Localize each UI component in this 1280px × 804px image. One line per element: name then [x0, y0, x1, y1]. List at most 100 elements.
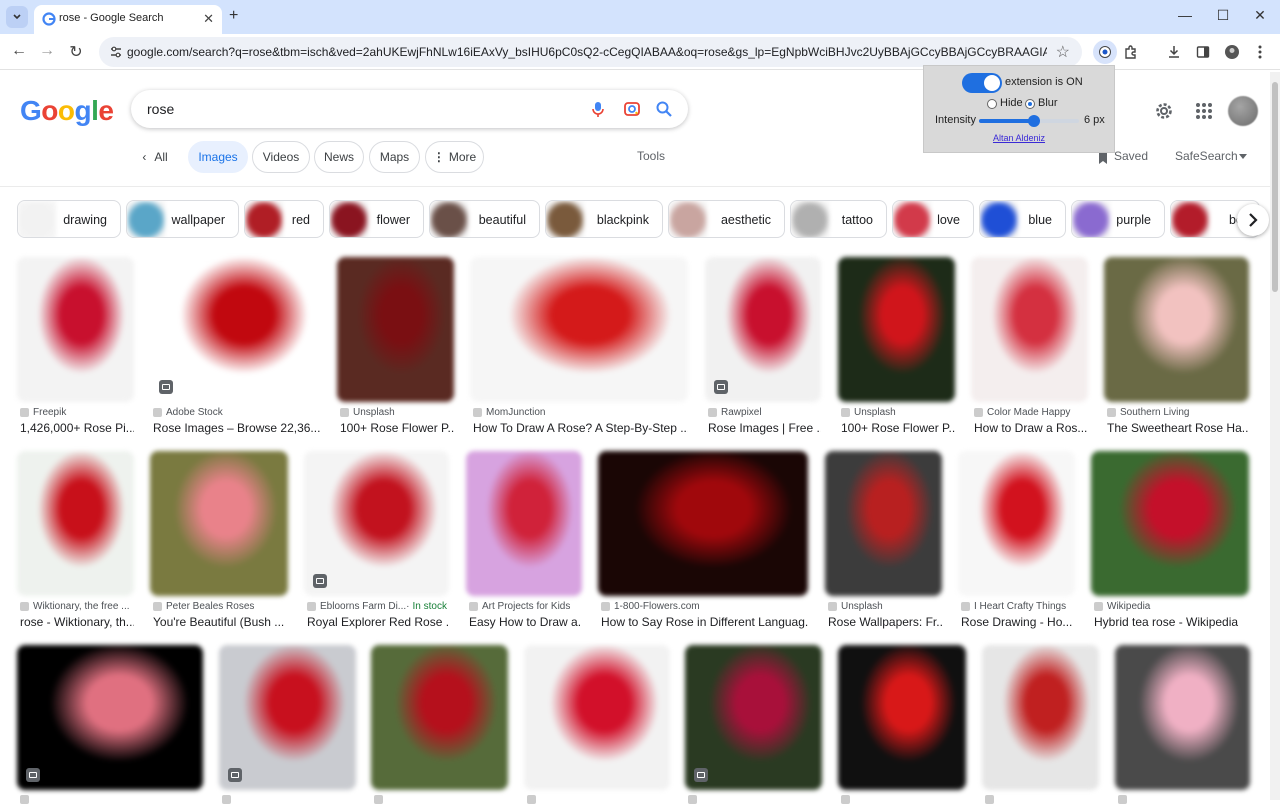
result-thumbnail[interactable] — [371, 645, 508, 790]
result-source[interactable]: 1-800-Flowers.com — [601, 601, 808, 612]
related-chip[interactable]: purple — [1071, 200, 1165, 238]
filter-maps[interactable]: Maps — [369, 141, 420, 173]
result-source[interactable]: I Heart Crafty Things — [961, 601, 1075, 612]
safesearch-link[interactable]: SafeSearch — [1175, 149, 1238, 163]
filter-more[interactable]: ⋮ More — [425, 141, 484, 173]
apps-grid-icon[interactable] — [1193, 100, 1215, 122]
site-info-icon[interactable] — [108, 44, 124, 60]
settings-gear-icon[interactable] — [1153, 100, 1175, 122]
result-thumbnail[interactable] — [958, 451, 1075, 596]
maximize-icon[interactable]: ☐ — [1213, 7, 1233, 24]
microphone-icon[interactable] — [589, 100, 607, 118]
lens-camera-icon[interactable] — [623, 100, 641, 118]
side-panel-icon[interactable] — [1194, 43, 1212, 61]
result-thumbnail[interactable] — [466, 451, 582, 596]
result-source[interactable]: Unsplash — [340, 407, 454, 418]
extension-toggle[interactable] — [962, 73, 1002, 93]
result-title[interactable]: Rose Images – Browse 22,36... — [153, 421, 321, 435]
result-thumbnail[interactable] — [17, 645, 203, 790]
result-source[interactable]: Wiktionary, the free ... — [20, 601, 134, 612]
forward-icon[interactable]: → — [37, 42, 57, 60]
filter-images[interactable]: Images — [188, 141, 248, 173]
result-title[interactable]: 1,426,000+ Rose Pi... — [20, 421, 134, 435]
profile-avatar[interactable] — [1223, 43, 1241, 61]
result-thumbnail[interactable] — [524, 645, 670, 790]
minimize-icon[interactable]: — — [1175, 7, 1195, 23]
filter-news[interactable]: News — [314, 141, 364, 173]
bookmark-star-icon[interactable]: ☆ — [1056, 42, 1070, 62]
result-thumbnail[interactable] — [1115, 645, 1250, 790]
google-logo[interactable]: Google — [20, 95, 114, 127]
menu-kebab-icon[interactable] — [1251, 43, 1269, 61]
related-chip[interactable]: blue — [979, 200, 1066, 238]
result-title[interactable]: rose - Wiktionary, th... — [20, 615, 134, 629]
result-thumbnail[interactable] — [825, 451, 942, 596]
result-thumbnail[interactable] — [470, 257, 688, 402]
reload-icon[interactable]: ↻ — [66, 42, 86, 62]
result-thumbnail[interactable] — [838, 257, 955, 402]
related-next-button[interactable] — [1237, 204, 1269, 236]
result-source[interactable]: Adobe Stock — [153, 407, 321, 418]
result-source[interactable]: Freepik — [20, 407, 134, 418]
result-thumbnail[interactable] — [971, 257, 1088, 402]
filter-videos[interactable]: Videos — [252, 141, 310, 173]
extensions-puzzle-icon[interactable] — [1122, 43, 1140, 61]
search-box[interactable]: rose — [131, 90, 688, 128]
result-source[interactable]: MomJunction — [473, 407, 688, 418]
download-icon[interactable] — [1165, 43, 1183, 61]
result-source[interactable]: Peter Beales Roses — [153, 601, 288, 612]
result-title[interactable]: 100+ Rose Flower P... — [340, 421, 454, 435]
close-window-icon[interactable]: ✕ — [1250, 7, 1270, 24]
result-title[interactable]: Easy How to Draw a... — [469, 615, 582, 629]
result-source[interactable]: Unsplash — [828, 601, 942, 612]
search-input[interactable]: rose — [147, 101, 174, 117]
saved-link[interactable]: Saved — [1114, 149, 1148, 163]
intensity-slider[interactable] — [979, 115, 1079, 127]
result-source[interactable]: Rawpixel — [708, 407, 821, 418]
result-title[interactable]: You're Beautiful (Bush ... — [153, 615, 288, 629]
result-thumbnail[interactable] — [838, 645, 966, 790]
page-scrollbar[interactable] — [1270, 72, 1280, 800]
result-thumbnail[interactable] — [598, 451, 808, 596]
result-title[interactable]: How to Say Rose in Different Languag... — [601, 615, 808, 629]
address-bar[interactable]: google.com/search?q=rose&tbm=isch&ved=2a… — [99, 37, 1082, 67]
filter-all[interactable]: ‹ All — [134, 141, 176, 173]
tools-link[interactable]: Tools — [637, 149, 665, 163]
result-thumbnail[interactable] — [150, 451, 288, 596]
close-tab-icon[interactable]: ✕ — [203, 11, 214, 27]
search-icon[interactable] — [655, 100, 673, 118]
result-source[interactable]: Southern Living — [1107, 407, 1249, 418]
result-thumbnail[interactable] — [337, 257, 454, 402]
result-title[interactable]: Rose Wallpapers: Fr... — [828, 615, 942, 629]
result-title[interactable]: Hybrid tea rose - Wikipedia — [1094, 615, 1249, 629]
result-source[interactable]: Art Projects for Kids — [469, 601, 582, 612]
blur-radio[interactable] — [1025, 99, 1035, 109]
result-title[interactable]: How To Draw A Rose? A Step-By-Step ... — [473, 421, 688, 435]
related-chip[interactable]: love — [892, 200, 974, 238]
new-tab-button[interactable]: + — [229, 7, 238, 25]
author-link[interactable]: Altan Aldeniz — [924, 133, 1114, 143]
related-chip[interactable]: tattoo — [790, 200, 887, 238]
tab-search-button[interactable] — [6, 6, 28, 28]
slider-thumb[interactable] — [1028, 115, 1040, 127]
result-title[interactable]: How to Draw a Ros... — [974, 421, 1088, 435]
result-thumbnail[interactable] — [1091, 451, 1249, 596]
related-chip[interactable]: beautiful — [429, 200, 540, 238]
result-title[interactable]: Rose Drawing - Ho... — [961, 615, 1075, 629]
related-chip[interactable]: aesthetic — [668, 200, 785, 238]
result-source[interactable]: Wikipedia — [1094, 601, 1249, 612]
bookmark-saved-icon[interactable] — [1097, 151, 1109, 165]
result-thumbnail[interactable] — [17, 451, 134, 596]
hide-radio[interactable] — [987, 99, 997, 109]
related-chip[interactable]: drawing — [17, 200, 121, 238]
result-source[interactable]: Color Made Happy — [974, 407, 1088, 418]
result-title[interactable]: The Sweetheart Rose Ha... — [1107, 421, 1249, 435]
result-thumbnail[interactable] — [1104, 257, 1249, 402]
browser-tab[interactable]: rose - Google Search ✕ — [34, 5, 222, 34]
back-icon[interactable]: ← — [9, 42, 29, 60]
result-thumbnail[interactable] — [150, 257, 321, 402]
blur-extension-icon[interactable] — [1093, 40, 1117, 64]
related-chip[interactable]: blackpink — [545, 200, 663, 238]
result-source[interactable]: Unsplash — [841, 407, 955, 418]
result-thumbnail[interactable] — [17, 257, 134, 402]
